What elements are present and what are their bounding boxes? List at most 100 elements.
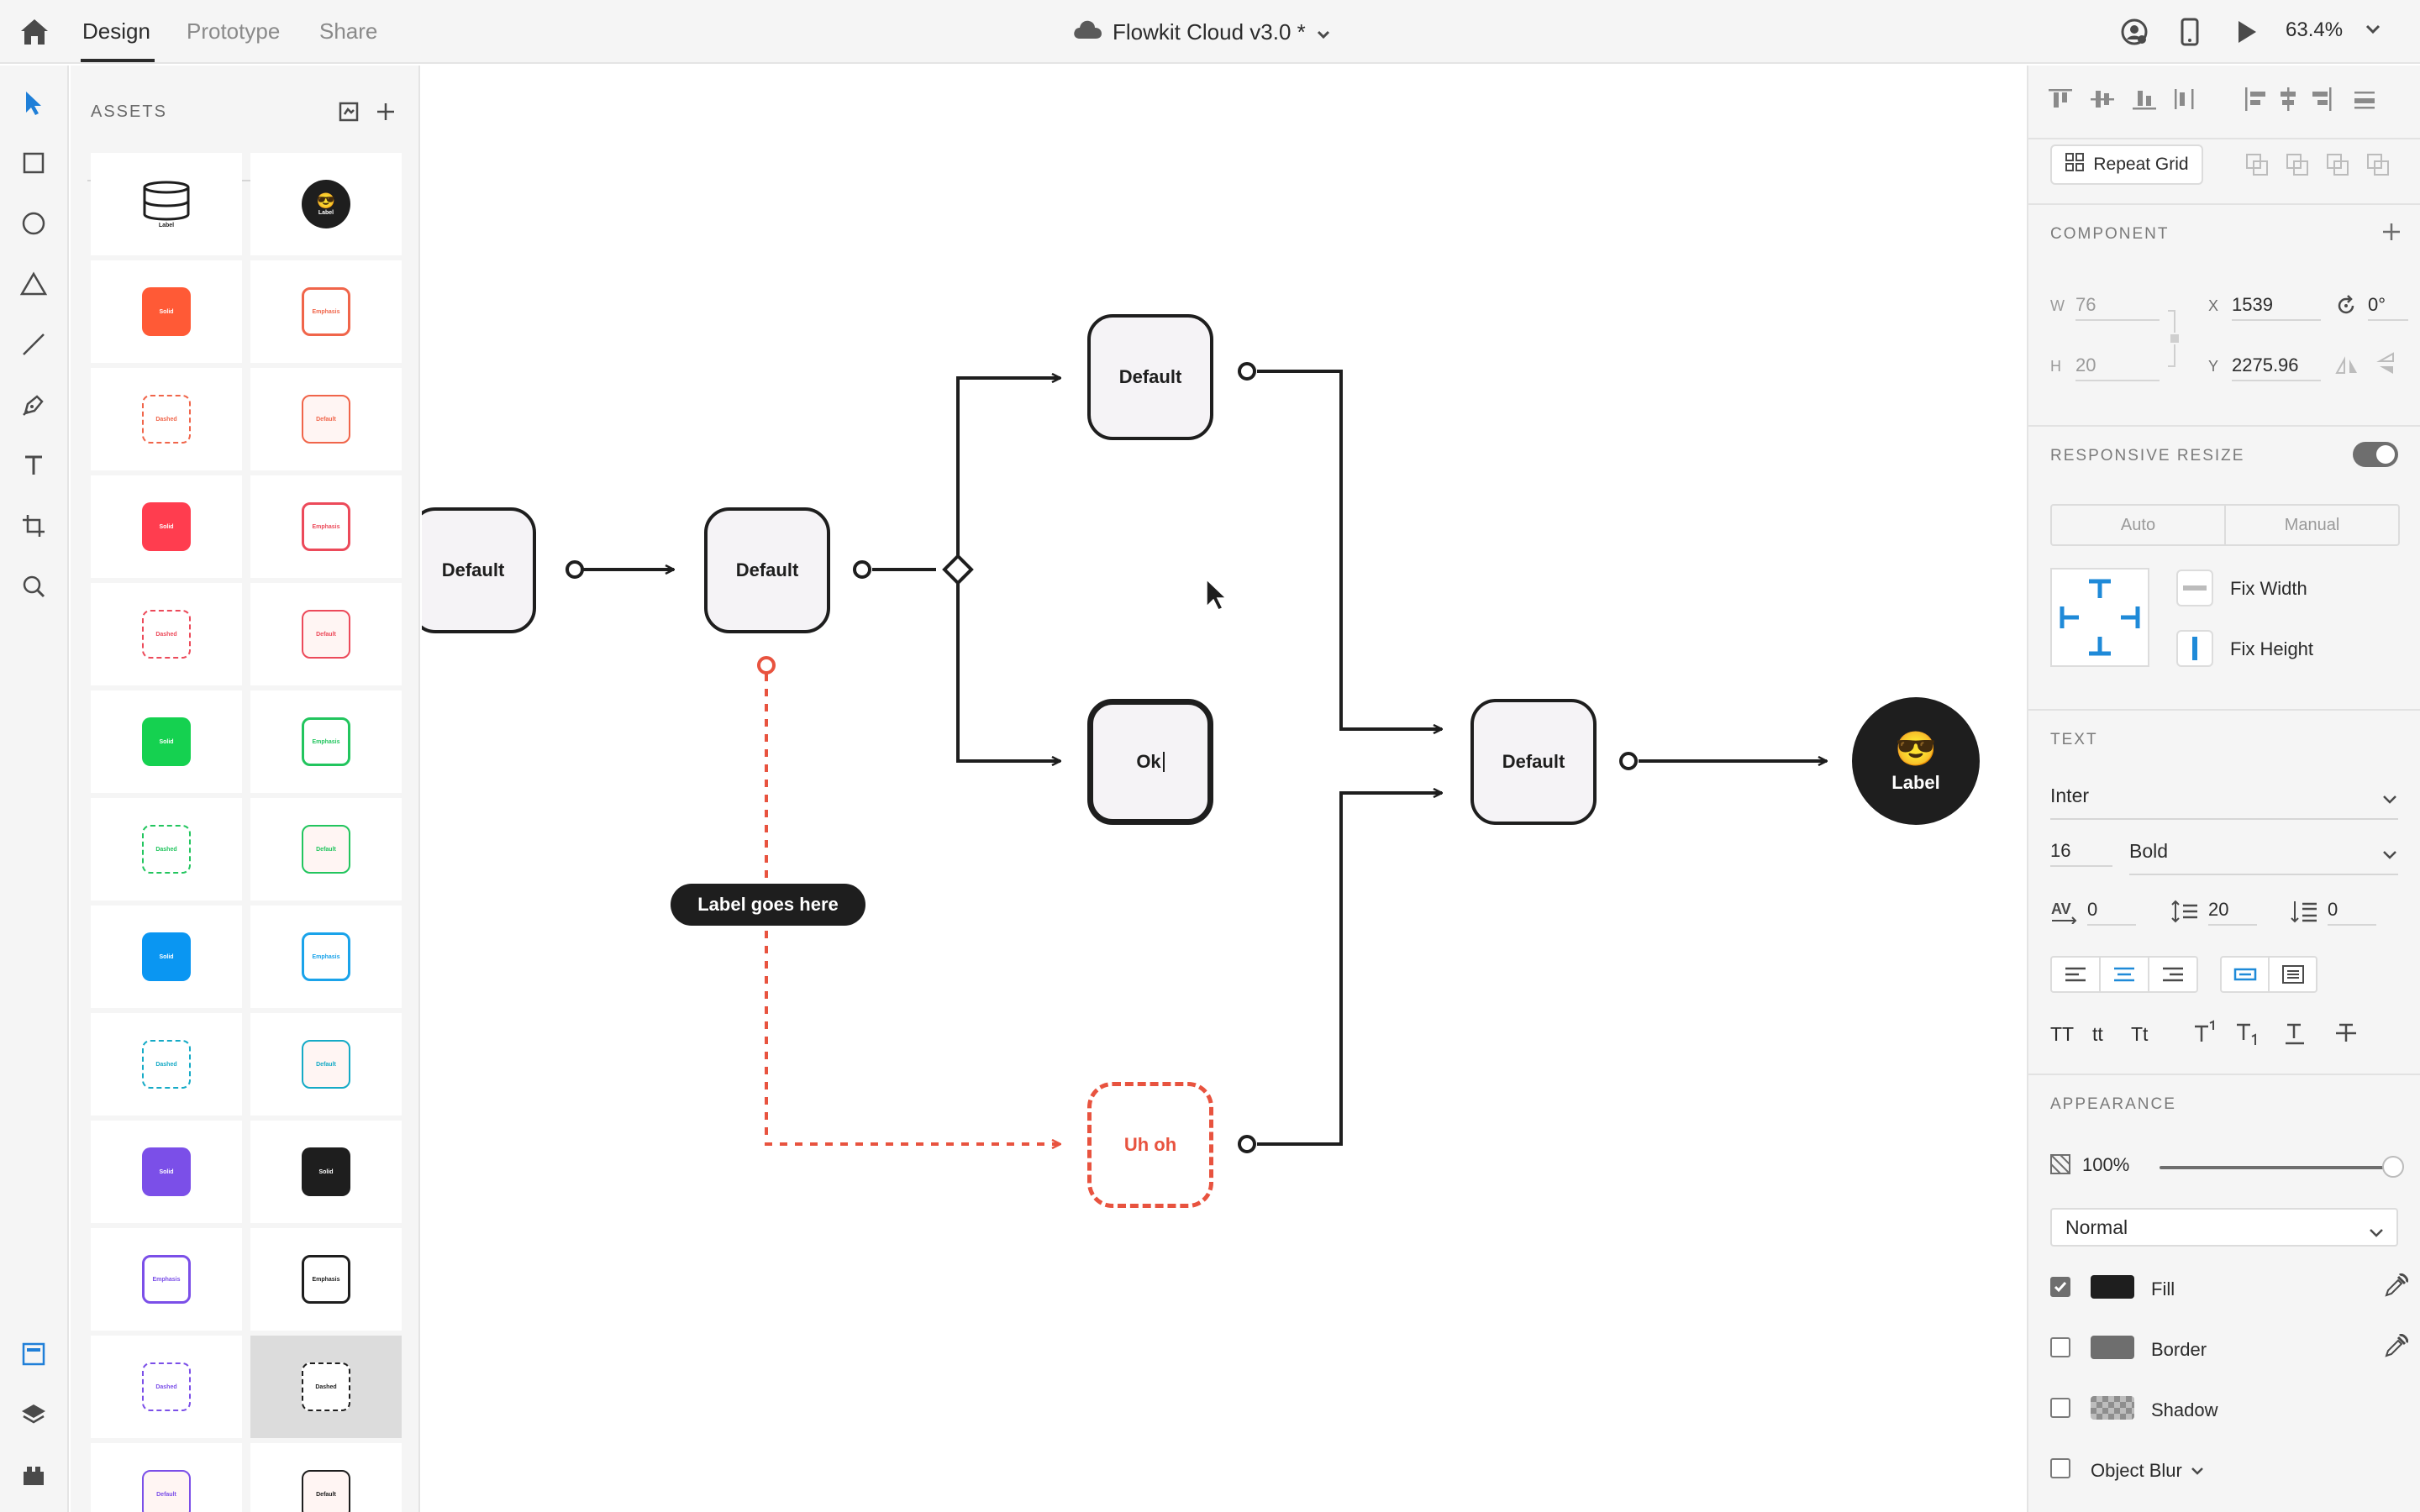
assets-panel-icon[interactable] [17, 1337, 50, 1371]
pen-tool-icon[interactable] [17, 388, 50, 422]
border-color-swatch[interactable] [2091, 1336, 2134, 1359]
flow-node-mid[interactable]: Default [704, 507, 830, 633]
flip-horizontal-icon[interactable] [2334, 356, 2360, 381]
flow-node-label-editing[interactable]: Ok [1136, 751, 1160, 773]
path-label-pill[interactable]: Label goes here [671, 884, 865, 926]
tab-share[interactable]: Share [319, 17, 377, 45]
height-field[interactable]: 20 [2075, 354, 2160, 381]
border-checkbox[interactable] [2050, 1337, 2070, 1357]
uppercase-option[interactable]: TT [2050, 1023, 2074, 1046]
asset-thumbnail[interactable]: Solid [91, 1121, 242, 1223]
asset-thumbnail[interactable]: Dashed [91, 1013, 242, 1116]
paragraph-spacing-field[interactable]: 0 [2328, 899, 2376, 926]
line-spacing-field[interactable]: 20 [2208, 899, 2257, 926]
flow-node-top[interactable]: Default [1087, 314, 1213, 440]
titlecase-option[interactable]: Tt [2131, 1023, 2148, 1046]
asset-thumbnail[interactable]: Solid [91, 690, 242, 793]
fill-checkbox[interactable] [2050, 1277, 2070, 1297]
zoom-chevron-down-icon[interactable] [2365, 24, 2381, 39]
asset-thumbnail[interactable]: 😎 Label [250, 153, 402, 255]
asset-thumbnail[interactable]: Dashed [91, 368, 242, 470]
fix-width-toggle[interactable] [2176, 570, 2213, 606]
add-component-icon[interactable] [2381, 222, 2402, 246]
auto-width-text-icon[interactable] [2222, 958, 2270, 991]
asset-thumbnail[interactable]: Emphasis [250, 906, 402, 1008]
align-right-icon[interactable] [2149, 958, 2196, 991]
asset-thumbnail[interactable]: Default [250, 583, 402, 685]
zoom-level[interactable]: 63.4% [2286, 18, 2343, 42]
document-title-dropdown[interactable]: Flowkit Cloud v3.0 * [1072, 15, 1331, 49]
align-center-icon[interactable] [2099, 958, 2149, 991]
asset-thumbnail[interactable]: Solid [250, 1121, 402, 1223]
mobile-preview-icon[interactable] [2175, 17, 2205, 47]
library-icon[interactable] [338, 101, 360, 127]
asset-thumbnail[interactable]: Default [250, 1013, 402, 1116]
select-tool-icon[interactable] [17, 86, 50, 119]
flow-node-left[interactable]: Default [422, 507, 536, 633]
character-spacing-field[interactable]: 0 [2087, 899, 2136, 926]
asset-thumbnail[interactable]: Label [91, 153, 242, 255]
asset-thumbnail[interactable]: Emphasis [250, 690, 402, 793]
eyedropper-icon[interactable] [2383, 1273, 2409, 1303]
flow-node-error[interactable]: Uh oh [1087, 1082, 1213, 1208]
triangle-tool-icon[interactable] [17, 267, 50, 301]
resize-auto-option[interactable]: Auto [2052, 506, 2224, 544]
fix-height-toggle[interactable] [2176, 630, 2213, 667]
asset-thumbnail[interactable]: Solid [91, 475, 242, 578]
asset-thumbnail[interactable]: Dashed [91, 583, 242, 685]
align-icons[interactable] [2049, 82, 2402, 116]
user-icon[interactable] [2119, 17, 2149, 47]
strikethrough-icon[interactable] [2334, 1020, 2358, 1049]
underline-icon[interactable] [2284, 1020, 2307, 1049]
font-family-select[interactable]: Inter [2050, 785, 2398, 820]
y-field[interactable]: 2275.96 [2232, 354, 2321, 381]
flip-vertical-icon[interactable] [2376, 351, 2396, 381]
subscript-icon[interactable] [2235, 1020, 2259, 1051]
asset-thumbnail[interactable]: Emphasis [250, 260, 402, 363]
asset-thumbnail[interactable]: Default [250, 1443, 402, 1512]
ellipse-tool-icon[interactable] [17, 207, 50, 240]
play-icon[interactable] [2232, 17, 2262, 47]
shadow-color-swatch[interactable] [2091, 1396, 2134, 1420]
shadow-checkbox[interactable] [2050, 1398, 2070, 1418]
flow-node-right[interactable]: Default [1470, 699, 1597, 825]
opacity-slider-thumb[interactable] [2382, 1156, 2404, 1178]
layers-panel-icon[interactable] [17, 1398, 50, 1431]
home-icon[interactable] [18, 17, 50, 47]
superscript-icon[interactable] [2193, 1020, 2217, 1049]
rotation-field[interactable]: 0° [2368, 294, 2408, 321]
width-field[interactable]: 76 [2075, 294, 2160, 321]
repeat-grid-button[interactable]: Repeat Grid [2050, 144, 2203, 185]
boolean-ops-icons[interactable] [2245, 151, 2402, 182]
eyedropper-icon[interactable] [2383, 1333, 2409, 1363]
text-tool-icon[interactable] [17, 449, 50, 482]
line-tool-icon[interactable] [17, 328, 50, 361]
asset-thumbnail[interactable]: Emphasis [250, 1228, 402, 1331]
plugins-panel-icon[interactable] [17, 1458, 50, 1492]
fill-color-swatch[interactable] [2091, 1275, 2134, 1299]
object-blur-checkbox[interactable] [2050, 1458, 2070, 1478]
asset-thumbnail[interactable]: Solid [91, 906, 242, 1008]
font-size-field[interactable]: 16 [2050, 840, 2112, 867]
asset-thumbnail[interactable]: Default [250, 798, 402, 900]
design-canvas[interactable]: Default Default Default Ok Uh oh Default… [422, 66, 2025, 1512]
add-asset-icon[interactable] [375, 101, 397, 127]
asset-thumbnail[interactable]: Emphasis [250, 475, 402, 578]
x-field[interactable]: 1539 [2232, 294, 2321, 321]
artboard-tool-icon[interactable] [17, 509, 50, 543]
lowercase-option[interactable]: tt [2092, 1023, 2103, 1046]
responsive-resize-toggle[interactable] [2353, 442, 2398, 467]
blend-mode-select[interactable]: Normal [2050, 1208, 2398, 1247]
resize-manual-option[interactable]: Manual [2224, 506, 2398, 544]
asset-thumbnail[interactable]: Solid [91, 260, 242, 363]
asset-thumbnail[interactable]: Dashed [250, 1336, 402, 1438]
zoom-tool-icon[interactable] [17, 570, 50, 603]
asset-thumbnail[interactable]: Dashed [91, 1336, 242, 1438]
flow-node-ok-selected[interactable]: Ok [1087, 699, 1213, 825]
tab-design[interactable]: Design [82, 17, 150, 45]
rectangle-tool-icon[interactable] [17, 146, 50, 180]
tab-prototype[interactable]: Prototype [187, 17, 280, 45]
opacity-slider-track[interactable] [2160, 1166, 2393, 1169]
opacity-value[interactable]: 100% [2082, 1154, 2129, 1176]
asset-thumbnail[interactable]: Emphasis [91, 1228, 242, 1331]
